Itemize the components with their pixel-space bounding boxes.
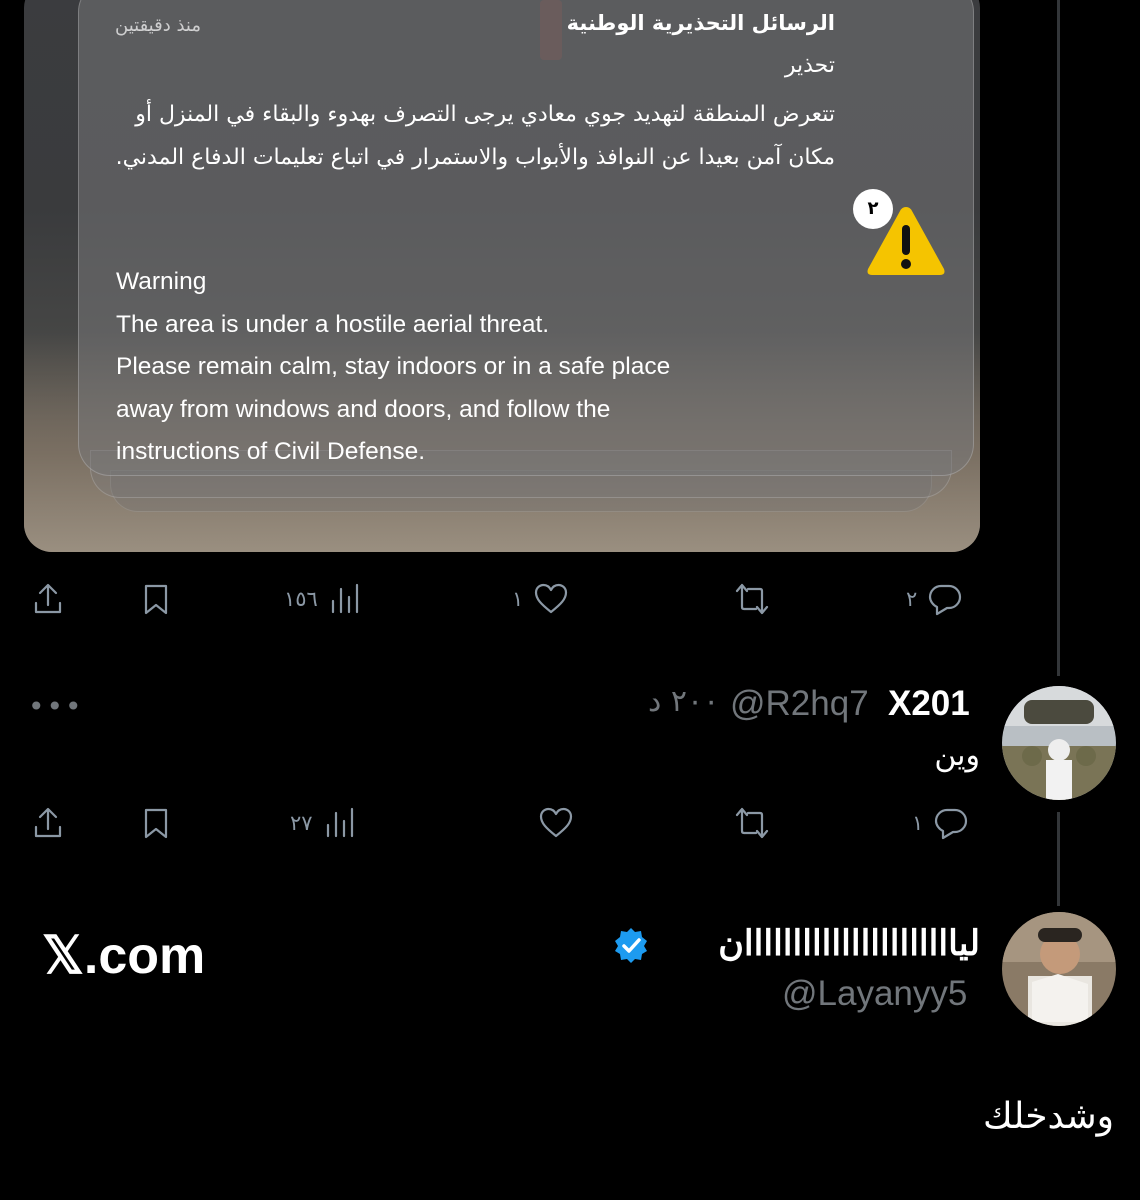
reply-icon xyxy=(929,584,962,616)
replies-count: ١ xyxy=(912,811,924,835)
bookmark-icon xyxy=(144,584,168,615)
author-name[interactable]: X201 xyxy=(888,684,970,724)
retweet-button[interactable] xyxy=(734,798,770,848)
more-options-icon[interactable]: ••• xyxy=(28,690,84,723)
retweet-icon xyxy=(735,807,769,839)
views-button[interactable]: ٢٧ xyxy=(290,798,359,848)
retweet-icon xyxy=(735,583,769,615)
views-count: ١٥٦ xyxy=(284,587,318,611)
author-handle[interactable]: @Layanyy5 xyxy=(782,974,967,1014)
views-icon xyxy=(331,583,358,614)
reply-icon xyxy=(935,808,968,840)
notification-time: منذ دقيقتين xyxy=(115,15,201,36)
like-button[interactable] xyxy=(538,798,574,848)
retweet-button[interactable] xyxy=(734,574,770,624)
notification-app-title: الرسائل التحذيرية الوطنية xyxy=(566,11,835,35)
avatar[interactable] xyxy=(1002,686,1116,800)
notification-subtitle: تحذير xyxy=(784,53,835,78)
post-time[interactable]: ٢٠٠ د xyxy=(648,684,719,719)
views-button[interactable]: ١٥٦ xyxy=(284,574,364,624)
share-icon xyxy=(34,807,62,838)
reply-text: وين xyxy=(934,738,980,773)
replies-count: ٢ xyxy=(906,587,918,611)
share-button[interactable] xyxy=(30,798,66,848)
reply-button[interactable]: ٢ xyxy=(906,574,963,624)
bookmark-button[interactable] xyxy=(138,574,174,624)
share-icon xyxy=(34,583,62,614)
thread-line xyxy=(1057,0,1060,676)
media-card[interactable]: الرسائل التحذيرية الوطنية منذ دقيقتين تح… xyxy=(24,0,980,552)
share-button[interactable] xyxy=(30,574,66,624)
heart-icon xyxy=(535,583,568,614)
alert-notification: الرسائل التحذيرية الوطنية منذ دقيقتين تح… xyxy=(78,0,974,476)
reply-button[interactable]: ١ xyxy=(912,798,969,848)
tweet-action-bar: ١٥٦ ١ ٢ xyxy=(0,574,1140,624)
verified-badge-icon xyxy=(612,926,650,964)
reply-text: وشدخلك xyxy=(983,1096,1114,1137)
author-handle[interactable]: @R2hq7 xyxy=(730,684,869,724)
like-button[interactable]: ١ xyxy=(512,574,569,624)
author-name[interactable]: لياااااااااااااااااااااان xyxy=(718,924,980,964)
bookmark-button[interactable] xyxy=(138,798,174,848)
x-watermark: 𝕏.com xyxy=(42,927,206,985)
avatar[interactable] xyxy=(1002,912,1116,1026)
bookmark-icon xyxy=(144,808,168,839)
notification-count-badge: ٢ xyxy=(853,189,893,229)
views-icon xyxy=(326,807,353,838)
reply-action-bar: ٢٧ ١ xyxy=(0,798,1140,848)
likes-count: ١ xyxy=(512,587,524,611)
views-count: ٢٧ xyxy=(290,811,313,835)
heart-icon xyxy=(539,807,573,838)
notification-body-arabic: تتعرض المنطقة لتهديد جوي معادي يرجى التص… xyxy=(115,102,835,170)
notification-body-english: Warning The area is under a hostile aeri… xyxy=(116,268,671,465)
